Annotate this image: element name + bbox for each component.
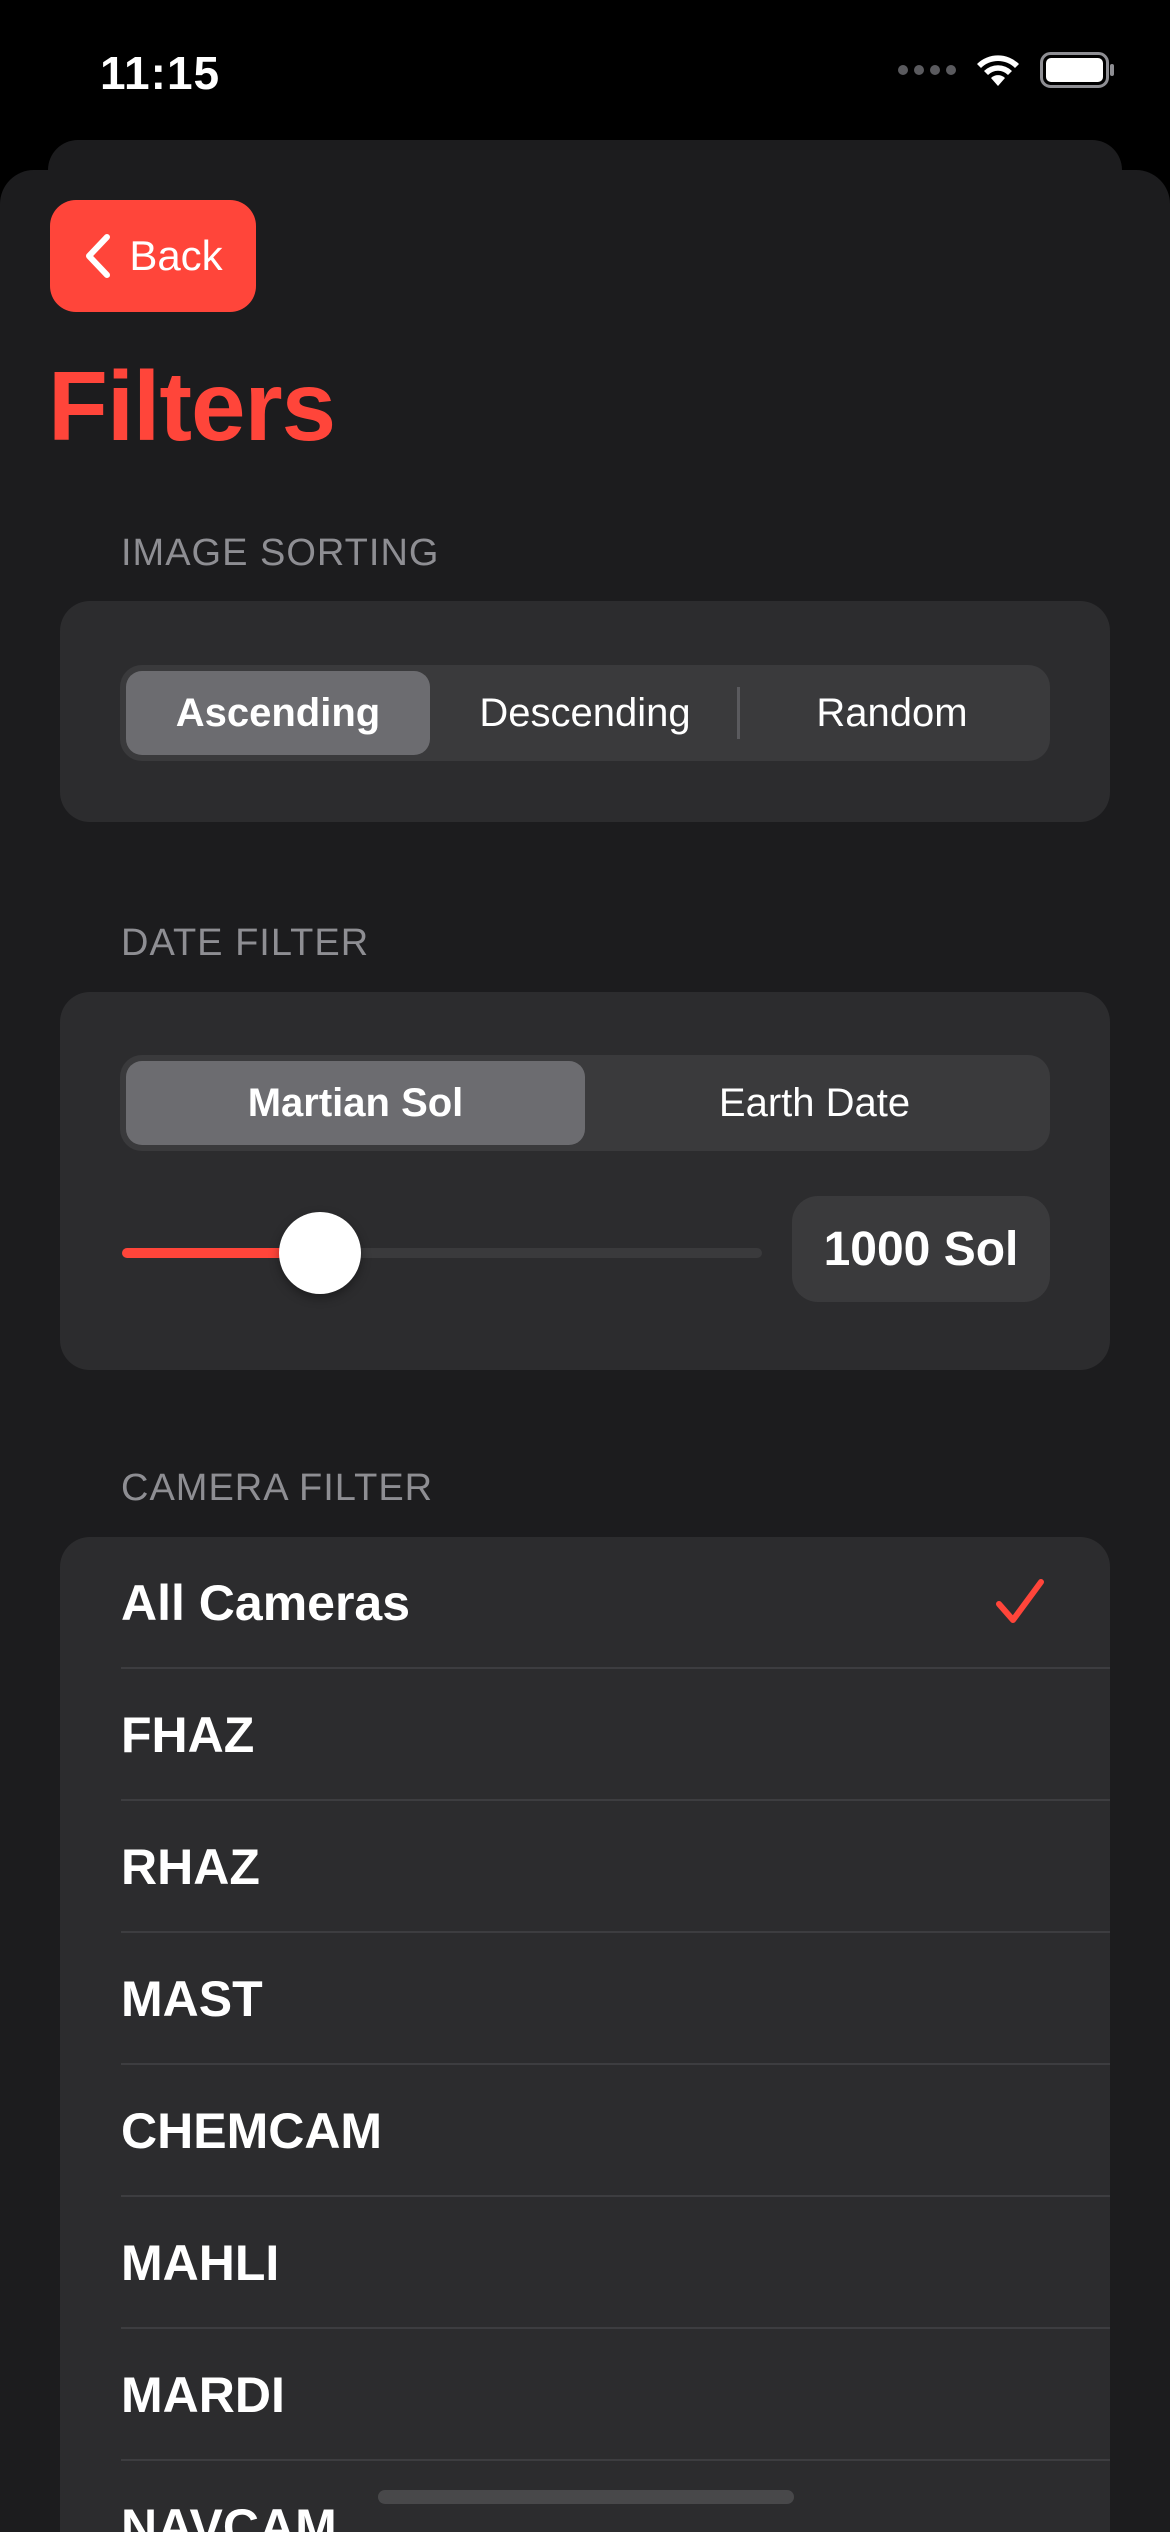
filters-sheet: Back Filters IMAGE SORTING Ascending Des… bbox=[0, 170, 1170, 2532]
cellular-signal-icon bbox=[898, 65, 956, 75]
camera-row-mast[interactable]: MAST bbox=[60, 1933, 1110, 2065]
camera-filter-header: CAMERA FILTER bbox=[121, 1467, 434, 1509]
camera-label: MAST bbox=[121, 1971, 263, 2027]
segment-ascending[interactable]: Ascending bbox=[126, 671, 430, 755]
camera-row-rhaz[interactable]: RHAZ bbox=[60, 1801, 1110, 1933]
sol-slider[interactable] bbox=[122, 1212, 762, 1294]
camera-label: MARDI bbox=[121, 2367, 285, 2423]
date-mode-control[interactable]: Martian Sol Earth Date bbox=[120, 1055, 1050, 1151]
image-sorting-header: IMAGE SORTING bbox=[121, 532, 440, 574]
checkmark-icon bbox=[996, 1579, 1044, 1623]
chevron-left-icon bbox=[86, 234, 111, 278]
wifi-icon bbox=[977, 55, 1019, 86]
camera-row-mahli[interactable]: MAHLI bbox=[60, 2197, 1110, 2329]
back-label: Back bbox=[129, 232, 223, 279]
camera-label: NAVCAM bbox=[121, 2499, 337, 2532]
camera-label: RHAZ bbox=[121, 1839, 260, 1895]
segment-descending[interactable]: Descending bbox=[433, 671, 737, 755]
status-bar: 11:15 bbox=[0, 0, 1170, 150]
camera-label: All Cameras bbox=[121, 1575, 411, 1631]
camera-row-fhaz[interactable]: FHAZ bbox=[60, 1669, 1110, 1801]
date-filter-group: Martian Sol Earth Date 1000 Sol bbox=[60, 992, 1110, 1370]
back-button[interactable]: Back bbox=[50, 200, 256, 312]
page-title: Filters bbox=[48, 351, 336, 461]
date-filter-header: DATE FILTER bbox=[121, 922, 370, 964]
image-sorting-group: Ascending Descending Random bbox=[60, 601, 1110, 822]
segment-random[interactable]: Random bbox=[740, 671, 1044, 755]
status-time: 11:15 bbox=[100, 47, 221, 99]
camera-label: MAHLI bbox=[121, 2235, 280, 2291]
camera-row-chemcam[interactable]: CHEMCAM bbox=[60, 2065, 1110, 2197]
home-indicator bbox=[378, 2490, 794, 2504]
camera-row-all-cameras[interactable]: All Cameras bbox=[60, 1537, 1110, 1669]
status-icons bbox=[898, 52, 1116, 88]
segment-earth-date[interactable]: Earth Date bbox=[585, 1061, 1044, 1145]
image-sorting-control[interactable]: Ascending Descending Random bbox=[120, 665, 1050, 761]
camera-row-mardi[interactable]: MARDI bbox=[60, 2329, 1110, 2461]
sol-value-badge: 1000 Sol bbox=[792, 1196, 1050, 1302]
camera-list: All Cameras FHAZ RHAZ MAST CHEMCAM MAHLI… bbox=[60, 1537, 1110, 2532]
battery-icon bbox=[1040, 52, 1114, 88]
camera-label: CHEMCAM bbox=[121, 2103, 383, 2159]
camera-label: FHAZ bbox=[121, 1707, 255, 1763]
segment-martian-sol[interactable]: Martian Sol bbox=[126, 1061, 585, 1145]
slider-thumb[interactable] bbox=[279, 1212, 362, 1294]
